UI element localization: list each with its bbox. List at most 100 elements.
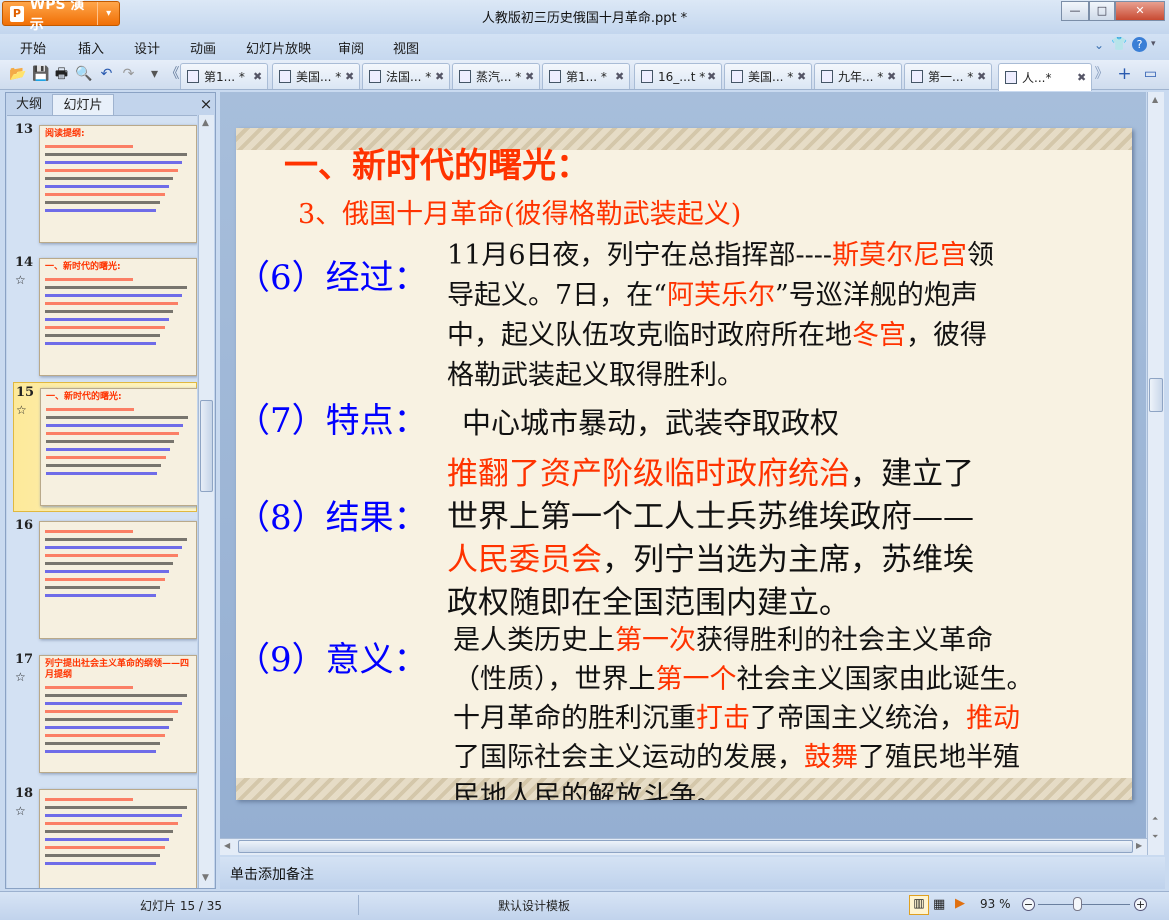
thumbnail-scrollbar[interactable]: ▲ ▼	[198, 115, 214, 888]
section-label[interactable]: （8）结果：	[236, 490, 428, 539]
customize-toolbar-icon[interactable]: ▾	[146, 66, 163, 83]
open-folder-icon[interactable]: 📂	[9, 66, 26, 83]
maximize-button[interactable]: □	[1089, 1, 1115, 21]
normal-view-icon[interactable]: ▥	[909, 895, 929, 915]
slideshow-icon[interactable]: ▶	[955, 896, 965, 911]
horizontal-scrollbar[interactable]: ◀ ▶	[220, 838, 1147, 855]
help-icon[interactable]: ?	[1132, 37, 1147, 52]
close-tab-icon[interactable]: ✖	[345, 70, 359, 83]
scroll-down-icon[interactable]: ▼	[202, 873, 209, 883]
minimize-button[interactable]: —	[1061, 1, 1089, 21]
print-preview-icon[interactable]: 🔍	[75, 66, 92, 83]
scroll-up-icon[interactable]: ▲	[1152, 95, 1158, 104]
close-tab-icon[interactable]: ✖	[435, 70, 449, 83]
document-tab[interactable]: 16_...t * ✖	[634, 63, 722, 89]
document-tab[interactable]: 蒸汽... * ✖	[452, 63, 540, 89]
section-text-line[interactable]: 十月革命的胜利沉重打击了帝国主义统治，推动	[453, 696, 1020, 735]
close-tab-icon[interactable]: ✖	[253, 70, 267, 83]
zoom-out-button[interactable]: −	[1022, 898, 1035, 911]
slide-thumbnail[interactable]: 17 ☆ 列宁提出社会主义革命的纲领——四月提纲	[13, 650, 197, 780]
menu-slideshow[interactable]: 幻灯片放映	[246, 38, 311, 57]
scrollbar-thumb[interactable]	[1149, 378, 1163, 412]
section-text-line[interactable]: 中，起义队伍攻克临时政府所在地冬宫，彼得	[447, 313, 987, 352]
zoom-slider-track[interactable]	[1038, 904, 1130, 905]
menu-design[interactable]: 设计	[134, 38, 160, 57]
next-slide-icon[interactable]: ⏷	[1152, 832, 1158, 842]
menu-home[interactable]: 开始	[20, 38, 46, 57]
slide-title[interactable]: 一、新时代的曙光：	[284, 138, 590, 187]
section-text-line[interactable]: 世界上第一个工人士兵苏维埃政府——	[447, 491, 974, 536]
close-tab-icon[interactable]: ✖	[615, 70, 629, 83]
tab-outline[interactable]: 大纲	[7, 94, 51, 115]
section-text-line[interactable]: （性质），世界上第一个社会主义国家由此诞生。	[453, 657, 1034, 696]
section-label[interactable]: （9）意义：	[236, 632, 428, 681]
section-text-line[interactable]: 民地人民的解放斗争。	[453, 774, 723, 800]
skin-shirt-icon[interactable]: 👕	[1111, 37, 1127, 52]
scroll-up-icon[interactable]: ▲	[202, 118, 209, 128]
zoom-slider-handle[interactable]	[1073, 897, 1083, 911]
slide-thumbnail[interactable]: 15 ☆ 一、新时代的曙光:	[13, 382, 197, 512]
slide-thumbnail[interactable]: 14 ☆ 一、新时代的曙光:	[13, 253, 197, 383]
document-tab[interactable]: 第1... * ✖	[542, 63, 630, 89]
menu-view[interactable]: 视图	[393, 38, 419, 57]
section-label[interactable]: （7）特点：	[236, 393, 428, 442]
document-tab[interactable]: 美国... * ✖	[724, 63, 812, 89]
text-segment: 政权随即在全国范围内建立。	[447, 585, 850, 621]
document-tab[interactable]: 第1... * ✖	[180, 63, 268, 89]
undo-icon[interactable]: ↶	[98, 66, 115, 83]
close-panel-icon[interactable]: ×	[199, 94, 213, 115]
document-tab[interactable]: 法国... * ✖	[362, 63, 450, 89]
scrollbar-thumb[interactable]	[200, 400, 213, 492]
scroll-left-icon[interactable]: ◀	[224, 841, 230, 850]
menu-animation[interactable]: 动画	[190, 38, 216, 57]
new-tab-plus-icon[interactable]: +	[1116, 66, 1133, 83]
help-dropdown-icon[interactable]: ▾	[1151, 39, 1156, 49]
tab-slides[interactable]: 幻灯片	[52, 94, 114, 115]
section-text-line[interactable]: 11月6日夜，列宁在总指挥部----斯莫尔尼宫领	[447, 233, 994, 272]
menu-insert[interactable]: 插入	[78, 38, 104, 57]
notes-pane[interactable]: 单击添加备注	[220, 857, 1165, 889]
slide-thumbnail[interactable]: 18 ☆	[13, 784, 197, 888]
tabs-scroll-right-icon[interactable]: 》	[1093, 66, 1110, 83]
section-text-line[interactable]: 了国际社会主义运动的发展，鼓舞了殖民地半殖	[453, 735, 1020, 774]
scrollbar-thumb[interactable]	[238, 840, 1133, 853]
save-icon[interactable]: 💾	[32, 66, 49, 83]
section-text-line[interactable]: 中心城市暴动，武装夺取政权	[462, 400, 839, 442]
slide-sorter-icon[interactable]: ▦	[933, 897, 945, 912]
slide-thumbnail[interactable]: 16	[13, 516, 197, 646]
menu-review[interactable]: 审阅	[338, 38, 364, 57]
close-button[interactable]: ✕	[1115, 1, 1165, 21]
thumbnail-title: 阅读提纲:	[45, 129, 85, 139]
ribbon-collapse-icon[interactable]: ⌄	[1094, 38, 1104, 52]
slide-canvas[interactable]: 一、新时代的曙光： 3、俄国十月革命(彼得格勒武装起义) （6）经过： 11月6日…	[236, 128, 1132, 800]
section-text-line[interactable]: 政权随即在全国范围内建立。	[447, 577, 850, 622]
print-icon[interactable]: 🖶	[53, 66, 70, 83]
thumbnail-text-line	[45, 145, 133, 148]
tab-list-icon[interactable]: ▭	[1142, 66, 1159, 83]
close-tab-icon[interactable]: ✖	[887, 70, 901, 83]
slide-thumbnail[interactable]: 13 阅读提纲:	[13, 120, 197, 250]
section-text-line[interactable]: 格勒武装起义取得胜利。	[447, 353, 744, 392]
document-tab[interactable]: 美国... * ✖	[272, 63, 360, 89]
document-tab[interactable]: 人...* ✖	[998, 63, 1092, 91]
document-tab[interactable]: 第一... * ✖	[904, 63, 992, 89]
close-tab-icon[interactable]: ✖	[525, 70, 539, 83]
previous-slide-icon[interactable]: ⏶	[1152, 814, 1158, 824]
vertical-scrollbar[interactable]: ▲ ⏶ ⏷	[1147, 92, 1164, 855]
section-label[interactable]: （6）经过：	[236, 250, 428, 299]
zoom-in-button[interactable]: +	[1134, 898, 1147, 911]
close-tab-icon[interactable]: ✖	[707, 70, 721, 83]
redo-icon[interactable]: ↷	[120, 66, 137, 83]
close-tab-icon[interactable]: ✖	[1077, 71, 1091, 84]
close-tab-icon[interactable]: ✖	[797, 70, 811, 83]
close-tab-icon[interactable]: ✖	[977, 70, 991, 83]
tabs-scroll-left-icon[interactable]: 《	[164, 66, 181, 83]
slide-subtitle[interactable]: 3、俄国十月革命(彼得格勒武装起义)	[298, 192, 741, 231]
section-text-line[interactable]: 推翻了资产阶级临时政府统治，建立了	[447, 448, 974, 493]
scroll-right-icon[interactable]: ▶	[1136, 841, 1142, 850]
thumbnail-text-line	[45, 302, 178, 305]
document-tab[interactable]: 九年... * ✖	[814, 63, 902, 89]
section-text-line[interactable]: 导起义。7日，在“阿芙乐尔”号巡洋舰的炮声	[447, 273, 978, 312]
section-text-line[interactable]: 是人类历史上第一次获得胜利的社会主义革命	[453, 618, 993, 657]
section-text-line[interactable]: 人民委员会，列宁当选为主席，苏维埃	[447, 534, 974, 579]
